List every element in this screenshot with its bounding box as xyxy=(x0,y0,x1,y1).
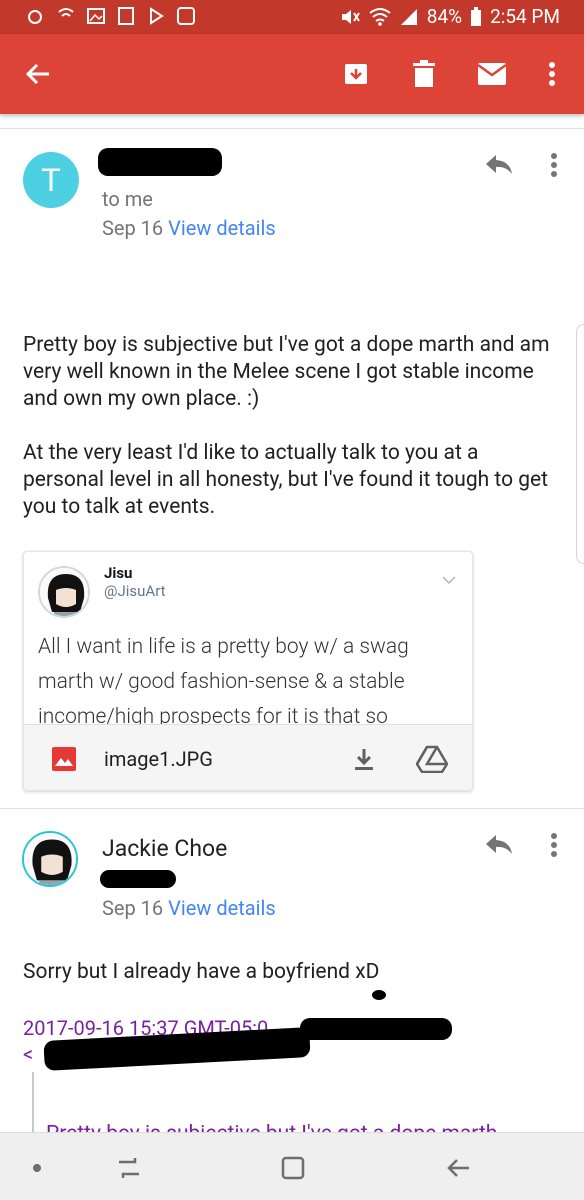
avatar-letter: T xyxy=(41,161,61,198)
notification-icon-2 xyxy=(58,8,74,17)
redacted-sender-email xyxy=(300,1018,452,1040)
status-bar: 84% 2:54 PM xyxy=(0,0,584,34)
dot-icon[interactable] xyxy=(20,1151,54,1185)
back-arrow-icon[interactable] xyxy=(18,54,58,94)
avatar[interactable]: T xyxy=(23,152,79,208)
view-details-link[interactable]: View details xyxy=(168,216,276,240)
date-text: Sep 16 xyxy=(102,896,164,920)
mute-icon xyxy=(341,9,360,24)
attachment-card[interactable]: Jisu @JisuArt All I want in life is a pr… xyxy=(23,551,473,791)
scroll-handle[interactable] xyxy=(576,324,584,564)
date-text: Sep 16 xyxy=(102,216,164,240)
divider xyxy=(0,808,584,809)
notification-icon-4 xyxy=(118,7,134,25)
toolbar xyxy=(0,34,584,114)
battery-percent: 84% xyxy=(426,5,463,28)
message-date: Sep 16 View details xyxy=(102,896,276,920)
notification-icon-1 xyxy=(28,10,42,24)
signal-icon xyxy=(400,8,417,25)
tweet-author-name: Jisu xyxy=(104,564,133,582)
gallery-icon xyxy=(87,8,105,24)
play-icon xyxy=(150,7,164,25)
overflow-menu-icon[interactable] xyxy=(532,54,572,94)
message-body-paragraph: Pretty boy is subjective but I've got a … xyxy=(23,333,550,411)
system-status: 84% 2:54 PM xyxy=(339,5,560,28)
quoted-text: Pretty boy is subjective but I've got a … xyxy=(46,1122,497,1132)
tweet-author-handle: @JisuArt xyxy=(104,582,166,600)
attachment-filename: image1.JPG xyxy=(104,747,213,771)
tweet-avatar xyxy=(38,566,90,618)
tweet-text: All I want in life is a pretty boy w/ a … xyxy=(38,635,409,729)
system-navigation-bar xyxy=(0,1132,584,1200)
view-details-link[interactable]: View details xyxy=(168,896,276,920)
battery-icon xyxy=(471,6,482,26)
message-overflow-icon[interactable] xyxy=(550,152,558,182)
notification-icon-6 xyxy=(177,7,195,25)
chevron-down-icon xyxy=(442,570,456,589)
recipient-label[interactable]: to me xyxy=(102,187,153,211)
archive-icon[interactable] xyxy=(336,54,376,94)
image-file-icon xyxy=(52,747,76,775)
message-body-paragraph: Sorry but I already have a boyfriend xD xyxy=(23,960,380,984)
avatar[interactable] xyxy=(22,831,78,887)
delete-icon[interactable] xyxy=(404,54,444,94)
save-to-drive-icon[interactable] xyxy=(415,745,449,777)
attachment-bar[interactable]: image1.JPG xyxy=(24,724,472,790)
wifi-icon xyxy=(369,7,391,26)
home-icon[interactable] xyxy=(276,1151,310,1185)
message-overflow-icon[interactable] xyxy=(550,832,558,862)
mark-unread-icon[interactable] xyxy=(472,54,512,94)
quote-bar xyxy=(32,1072,34,1132)
message-date: Sep 16 View details xyxy=(102,216,276,240)
reply-icon[interactable] xyxy=(484,832,514,860)
sender-name: Jackie Choe xyxy=(102,835,228,862)
message-body-paragraph: At the very least I'd like to actually t… xyxy=(23,441,549,519)
redaction-mark xyxy=(372,990,386,1000)
recent-apps-icon[interactable] xyxy=(112,1151,146,1185)
redacted-sender-name xyxy=(98,148,222,176)
reply-icon[interactable] xyxy=(484,152,514,180)
redacted-recipient xyxy=(100,870,176,888)
clock: 2:54 PM xyxy=(490,5,560,28)
notification-icons xyxy=(26,6,196,26)
divider xyxy=(0,128,584,129)
email-thread[interactable]: T to me Sep 16 View details Pretty boy i… xyxy=(0,114,584,1132)
quote-header-address: < xyxy=(23,1042,34,1066)
back-icon[interactable] xyxy=(442,1151,476,1185)
download-icon[interactable] xyxy=(352,747,376,775)
